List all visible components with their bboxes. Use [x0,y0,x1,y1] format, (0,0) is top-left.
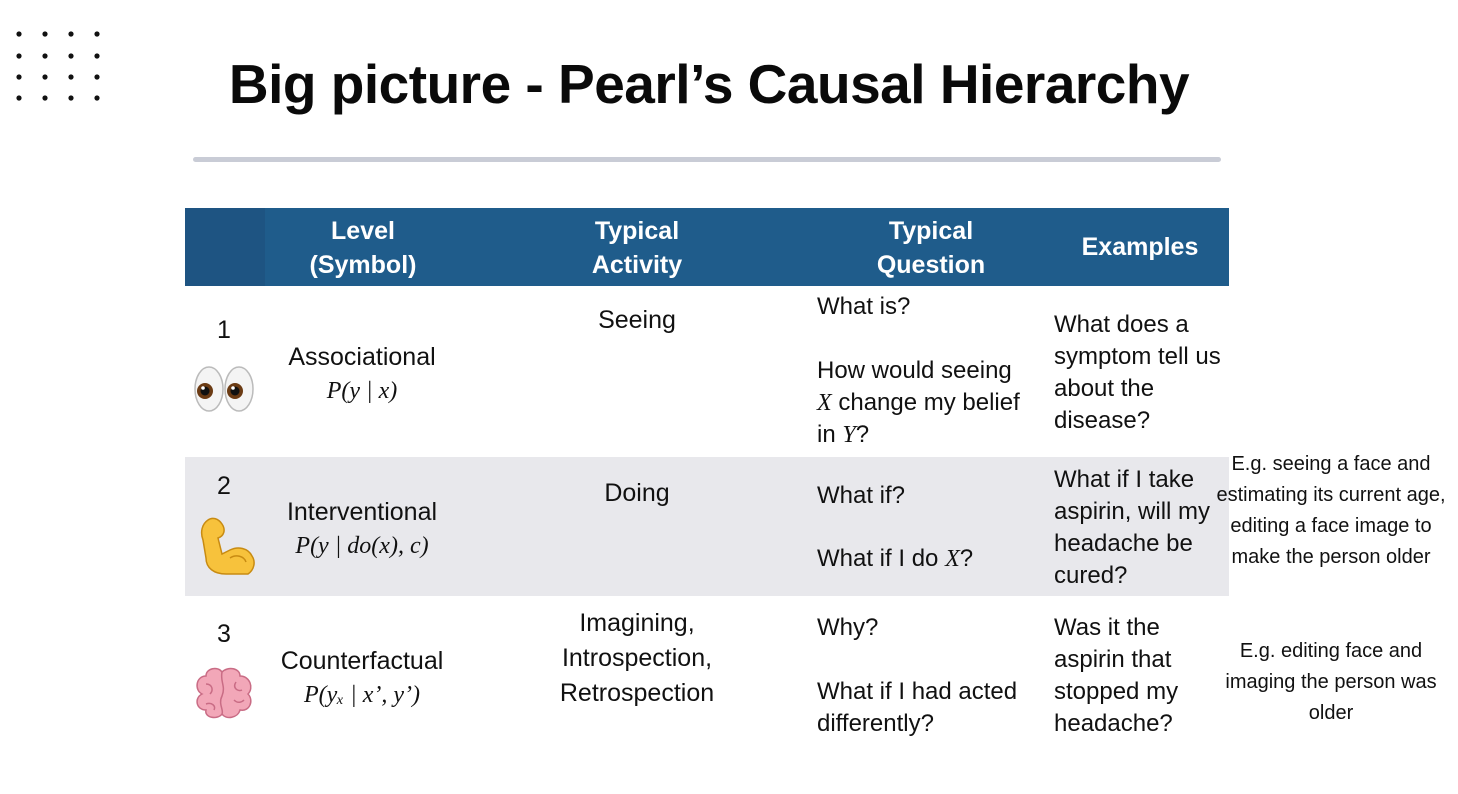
row-1-question-2-var-x: X [817,390,832,416]
row-1-level: Associational P(y | x) [252,340,472,408]
row-2-question-2-end: ? [959,545,974,572]
row-2-level-name: Interventional [286,498,438,526]
title-divider [193,157,1221,162]
row-1-question-2-mid: change my belief [831,389,1020,416]
row-1-question-2-text: How would seeing [817,357,1012,384]
header-examples: Examples [1081,233,1199,261]
header-corner [185,208,265,286]
brain-icon [196,667,252,719]
row-2-symbol: P(y | do(x), c) [295,533,429,559]
row-2-question-2-var-x: X [945,546,960,572]
header-level: Level (Symbol) [309,217,417,279]
row-2-question-1: What if? [817,482,906,509]
row-2-question-2: What if I do X? [817,543,1053,575]
header-question: Typical Question [876,217,986,279]
row-3-question-2: What if I had acted differently? [817,678,1018,737]
header-activity: Typical Activity [591,217,683,279]
row-1-question-2-end: ? [855,421,870,448]
row-1-question-1: What is? [817,293,911,320]
row-2-activity: Doing [604,479,670,507]
row-1-number: 1 [217,316,231,344]
row-2-question-2-text: What if I do [817,545,946,572]
row-1-activity: Seeing [598,306,676,334]
row-1-level-name: Associational [288,343,436,371]
row-1-symbol: P(y | x) [326,378,398,404]
row-3-activity: Imagining, Introspection, Retrospection [559,609,715,707]
row-3-symbol: P(yₓ | x’, y’) [303,682,420,708]
row-2-example: What if I take aspirin, will my headache… [1054,466,1211,589]
row-3-level-name: Counterfactual [280,647,444,675]
eyes-icon [194,366,254,412]
table-header: Level (Symbol) Typical Activity Typical … [185,208,1229,286]
flexed-biceps-icon [200,517,255,575]
note-counterfactual: E.g. editing face and imaging the person… [1225,640,1437,724]
row-3-example: Was it the aspirin that stopped my heada… [1054,614,1179,737]
row-3-number: 3 [217,620,231,648]
row-1-question-2-line3: in [817,421,843,448]
row-3-question-1: Why? [817,614,879,641]
row-1-question-2-var-y: Y [842,422,856,448]
row-1-question-2: How would seeing X change my belief in Y? [817,355,1057,451]
row-1-example: What does a symptom tell us about the di… [1054,311,1221,434]
row-2-number: 2 [217,472,231,500]
slide-title: Big picture - Pearl’s Causal Hierarchy [228,53,1190,115]
note-interventional: E.g. seeing a face and estimating its cu… [1216,453,1446,568]
row-2-level: Interventional P(y | do(x), c) [252,495,472,563]
row-3-level: Counterfactual P(yₓ | x’, y’) [252,644,472,712]
